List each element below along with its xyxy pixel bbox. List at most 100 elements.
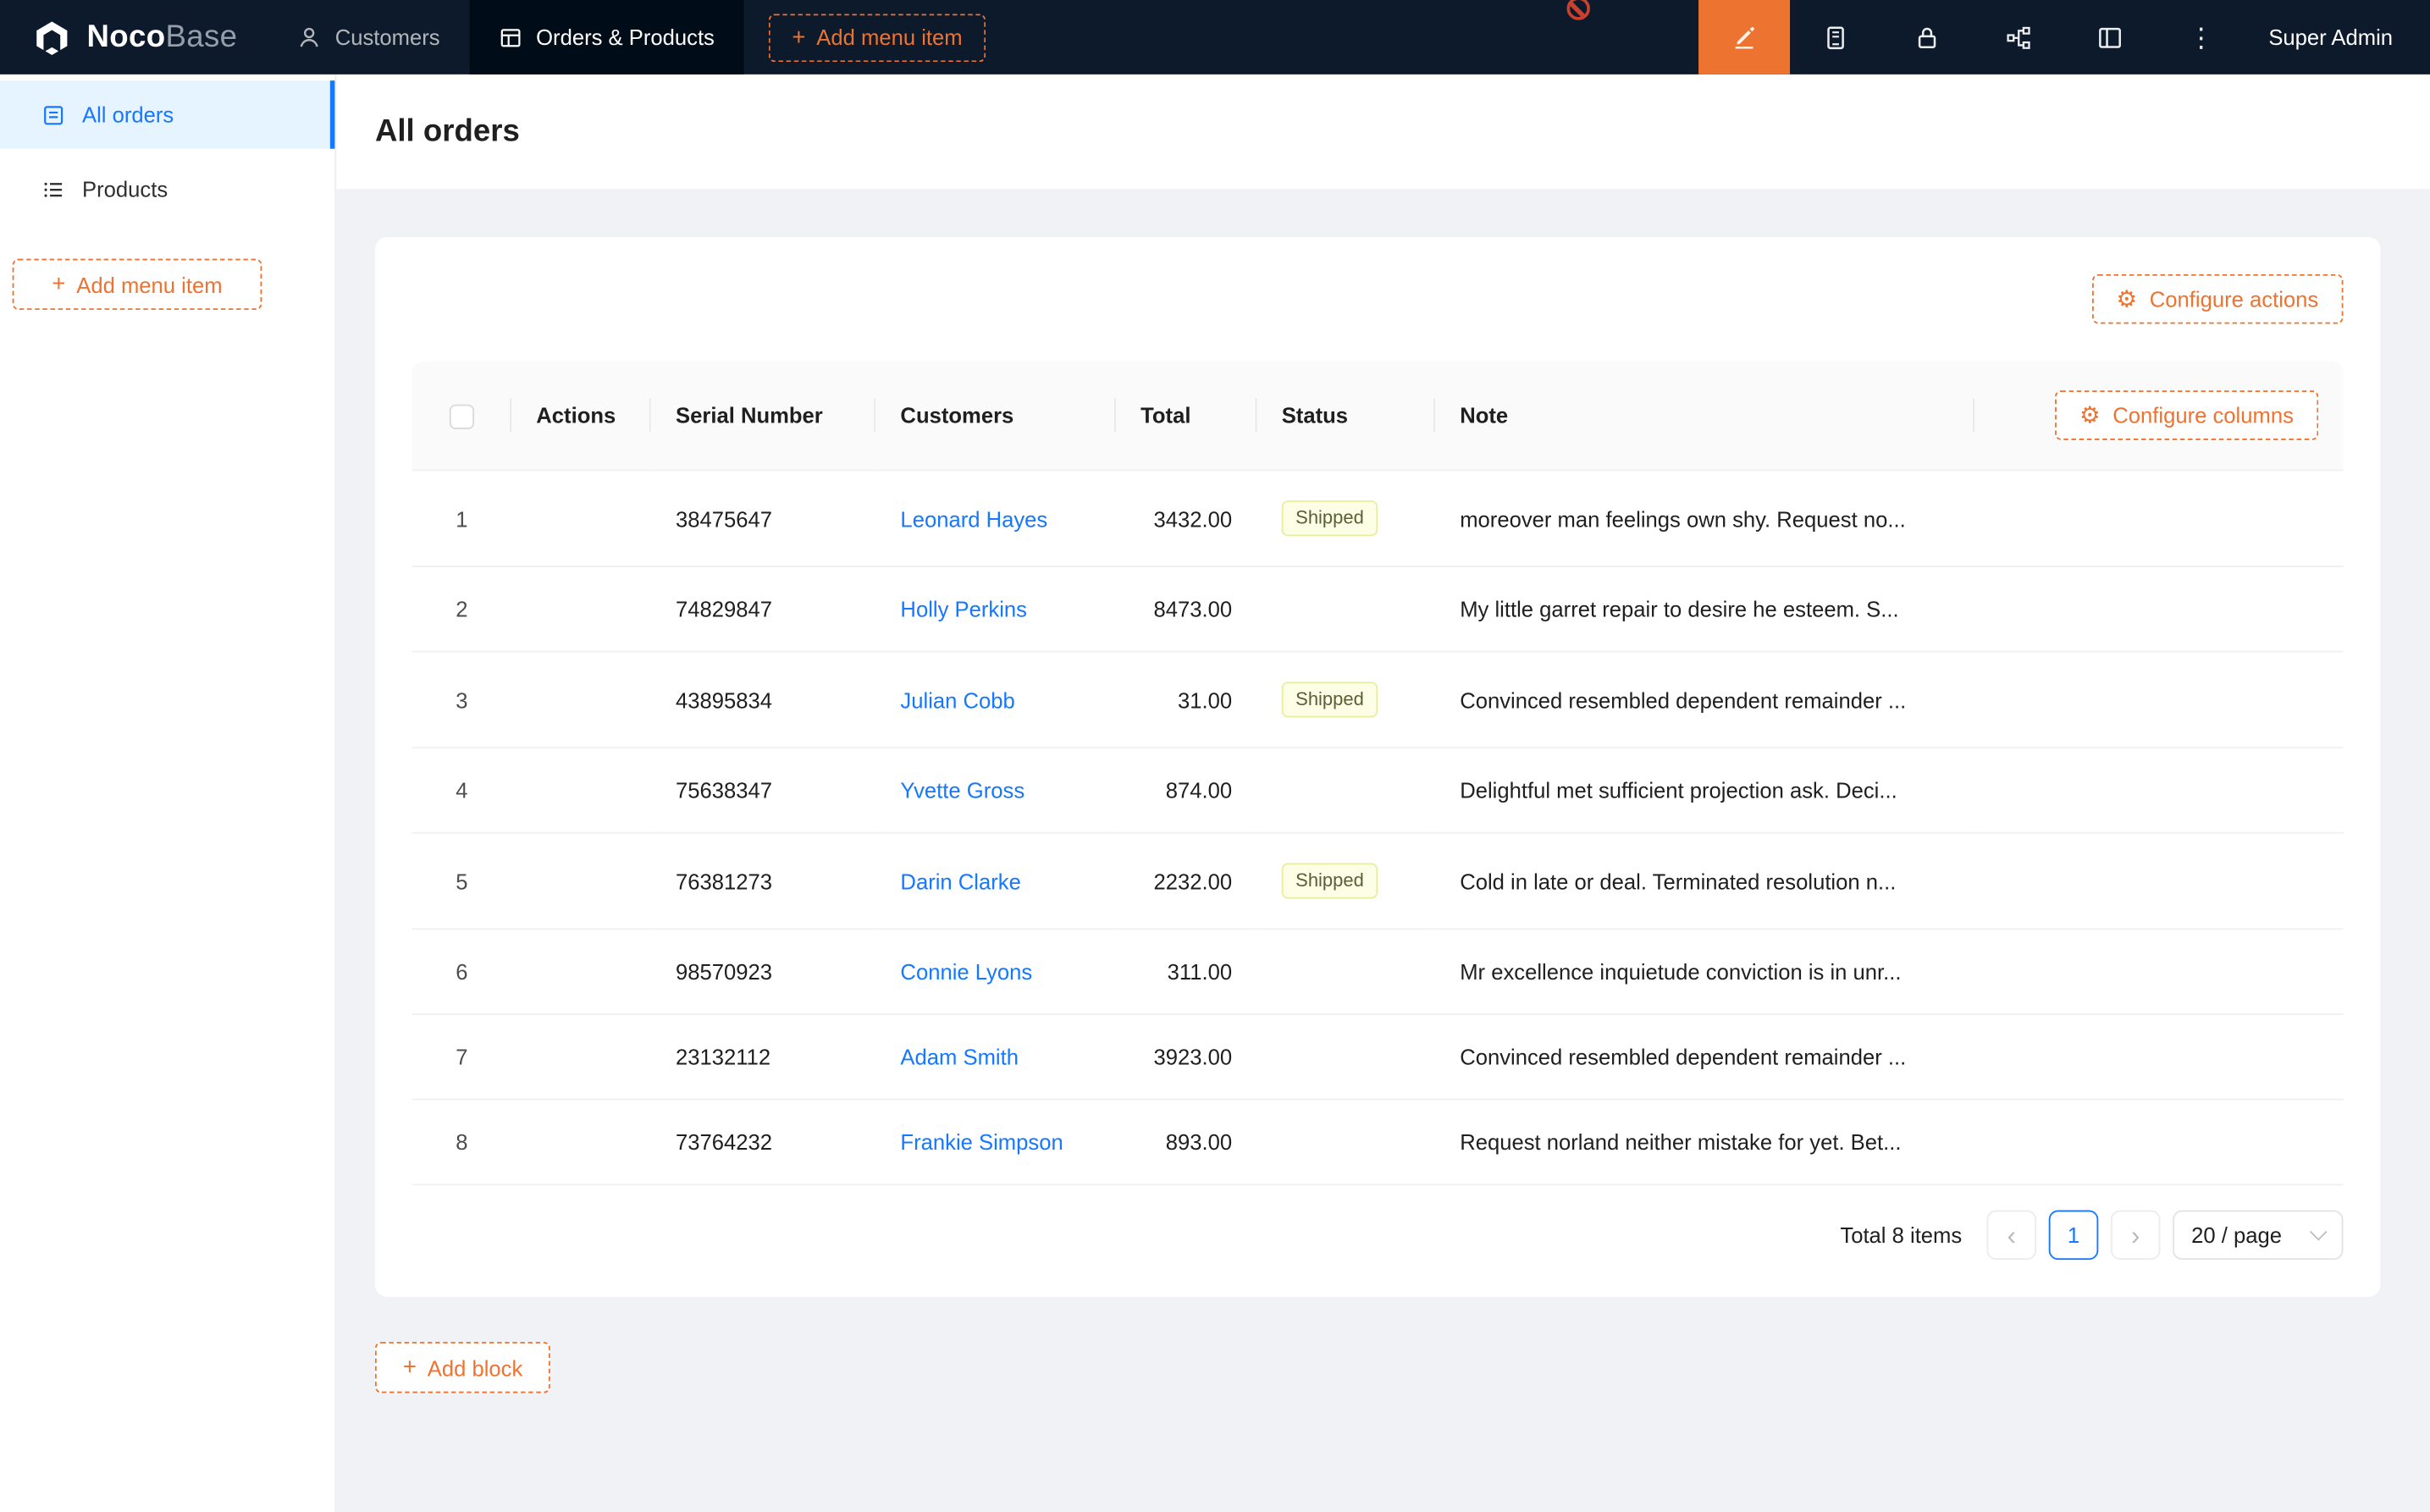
form-icon	[41, 103, 64, 126]
top-bar: NocoBase Customers Orders & Products + A…	[0, 0, 2430, 74]
more-vertical-icon: ⋮	[2188, 24, 2214, 50]
lock-button[interactable]	[1881, 0, 1973, 74]
total-cell: 3432.00	[1116, 471, 1257, 566]
actions-cell	[511, 833, 651, 929]
page-header: All orders	[336, 74, 2430, 189]
actions-cell	[511, 566, 651, 652]
customer-link[interactable]: Yvette Gross	[900, 778, 1024, 803]
actions-cell	[511, 748, 651, 833]
configure-actions-button[interactable]: ⚙ Configure actions	[2091, 274, 2343, 324]
row-index: 6	[412, 929, 511, 1014]
config-cell	[1974, 1014, 2344, 1100]
table-toolbar: ⚙ Configure actions	[412, 274, 2344, 324]
nocobase-logo[interactable]: NocoBase	[0, 0, 268, 74]
table-row: 8 73764232 Frankie Simpson 893.00 Reques…	[412, 1100, 2344, 1185]
row-index: 8	[412, 1100, 511, 1185]
pagination-next-button[interactable]: ›	[2111, 1211, 2161, 1261]
serial-number-cell: 98570923	[651, 929, 875, 1014]
row-index: 2	[412, 566, 511, 652]
lock-icon	[1914, 24, 1940, 50]
customer-link[interactable]: Julian Cobb	[900, 687, 1014, 712]
actions-cell	[511, 1014, 651, 1100]
status-badge: Shipped	[1282, 682, 1378, 717]
sidebar-item-label: Products	[82, 177, 168, 201]
actions-cell	[511, 1100, 651, 1185]
user-menu[interactable]: Super Admin	[2247, 25, 2430, 49]
sidebar-item-all-orders[interactable]: All orders	[0, 80, 334, 149]
plus-icon: +	[792, 25, 805, 48]
chevron-down-icon	[2310, 1223, 2328, 1241]
header-add-menu-item-button[interactable]: + Add menu item	[769, 14, 986, 62]
serial-number-cell: 23132112	[651, 1014, 875, 1100]
note-cell: Request norland neither mistake for yet.…	[1435, 1100, 1974, 1185]
add-block-button[interactable]: + Add block	[375, 1342, 550, 1393]
mobile-button[interactable]	[1790, 0, 1881, 74]
orders-icon	[499, 25, 522, 48]
customer-link[interactable]: Holly Perkins	[900, 597, 1027, 621]
app-root: NocoBase Customers Orders & Products + A…	[0, 0, 2430, 1512]
layout-button[interactable]	[2064, 0, 2156, 74]
no-entry-icon	[1566, 0, 1589, 20]
serial-number-cell: 38475647	[651, 471, 875, 566]
customer-link[interactable]: Adam Smith	[900, 1045, 1019, 1069]
total-cell: 311.00	[1116, 929, 1257, 1014]
column-header-serial-number[interactable]: Serial Number	[651, 361, 875, 470]
tab-orders-and-products[interactable]: Orders & Products	[469, 0, 743, 74]
sidebar-item-label: All orders	[82, 102, 174, 127]
page-size-select[interactable]: 20 / page	[2173, 1211, 2343, 1261]
logo-text-primary: Noco	[86, 19, 165, 53]
total-cell: 3923.00	[1116, 1014, 1257, 1100]
total-cell: 31.00	[1116, 652, 1257, 748]
total-cell: 8473.00	[1116, 566, 1257, 652]
status-badge: Shipped	[1282, 500, 1378, 536]
configure-columns-button[interactable]: ⚙ Configure columns	[2055, 390, 2319, 440]
actions-cell	[511, 929, 651, 1014]
add-block-label: Add block	[428, 1355, 523, 1380]
config-cell	[1974, 471, 2344, 566]
customer-link[interactable]: Leonard Hayes	[900, 506, 1047, 531]
note-cell: Convinced resembled dependent remainder …	[1435, 1014, 1974, 1100]
more-button[interactable]: ⋮	[2156, 0, 2247, 74]
select-all-checkbox[interactable]	[450, 404, 474, 428]
configure-actions-label: Configure actions	[2150, 287, 2318, 312]
note-cell: My little garret repair to desire he est…	[1435, 566, 1974, 652]
column-header-note[interactable]: Note	[1435, 361, 1974, 470]
table-header: Actions Serial Number Customers Total St…	[412, 361, 2344, 470]
pagination-page-1[interactable]: 1	[2049, 1211, 2099, 1261]
table-row: 7 23132112 Adam Smith 3923.00 Convinced …	[412, 1014, 2344, 1100]
tab-customers[interactable]: Customers	[268, 0, 469, 74]
chevron-left-icon: ‹	[2008, 1222, 2016, 1248]
total-cell: 874.00	[1116, 748, 1257, 833]
users-icon	[298, 25, 321, 48]
serial-number-cell: 74829847	[651, 566, 875, 652]
pagination-prev-button[interactable]: ‹	[1987, 1211, 2037, 1261]
column-header-customers[interactable]: Customers	[875, 361, 1116, 470]
customer-link[interactable]: Connie Lyons	[900, 959, 1032, 984]
note-cell: moreover man feelings own shy. Request n…	[1435, 471, 1974, 566]
tab-label: Customers	[335, 25, 440, 49]
column-header-total[interactable]: Total	[1116, 361, 1257, 470]
customer-link[interactable]: Darin Clarke	[900, 869, 1020, 893]
api-button[interactable]	[1973, 0, 2064, 74]
pagination: Total 8 items ‹ 1 › 20 / page	[412, 1211, 2344, 1261]
plus-icon: +	[403, 1356, 417, 1379]
total-cell: 2232.00	[1116, 833, 1257, 929]
customer-link[interactable]: Frankie Simpson	[900, 1129, 1063, 1154]
table-row: 1 38475647 Leonard Hayes 3432.00 Shipped…	[412, 471, 2344, 566]
list-icon	[41, 178, 64, 201]
nocobase-logo-icon	[31, 16, 73, 58]
gear-icon: ⚙	[2117, 288, 2138, 311]
actions-cell	[511, 652, 651, 748]
layout-icon	[2096, 24, 2123, 50]
table-row: 5 76381273 Darin Clarke 2232.00 Shipped …	[412, 833, 2344, 929]
page-size-value: 20 / page	[2191, 1222, 2282, 1247]
column-header-status[interactable]: Status	[1256, 361, 1434, 470]
ui-editor-button[interactable]	[1698, 0, 1790, 74]
orders-table: Actions Serial Number Customers Total St…	[412, 361, 2344, 1185]
table-body: 1 38475647 Leonard Hayes 3432.00 Shipped…	[412, 471, 2344, 1185]
logo-text: NocoBase	[86, 19, 237, 55]
column-header-actions[interactable]: Actions	[511, 361, 651, 470]
note-cell: Delightful met sufficient projection ask…	[1435, 748, 1974, 833]
sidebar-item-products[interactable]: Products	[0, 155, 334, 223]
sidebar-add-menu-item-button[interactable]: + Add menu item	[13, 259, 262, 310]
